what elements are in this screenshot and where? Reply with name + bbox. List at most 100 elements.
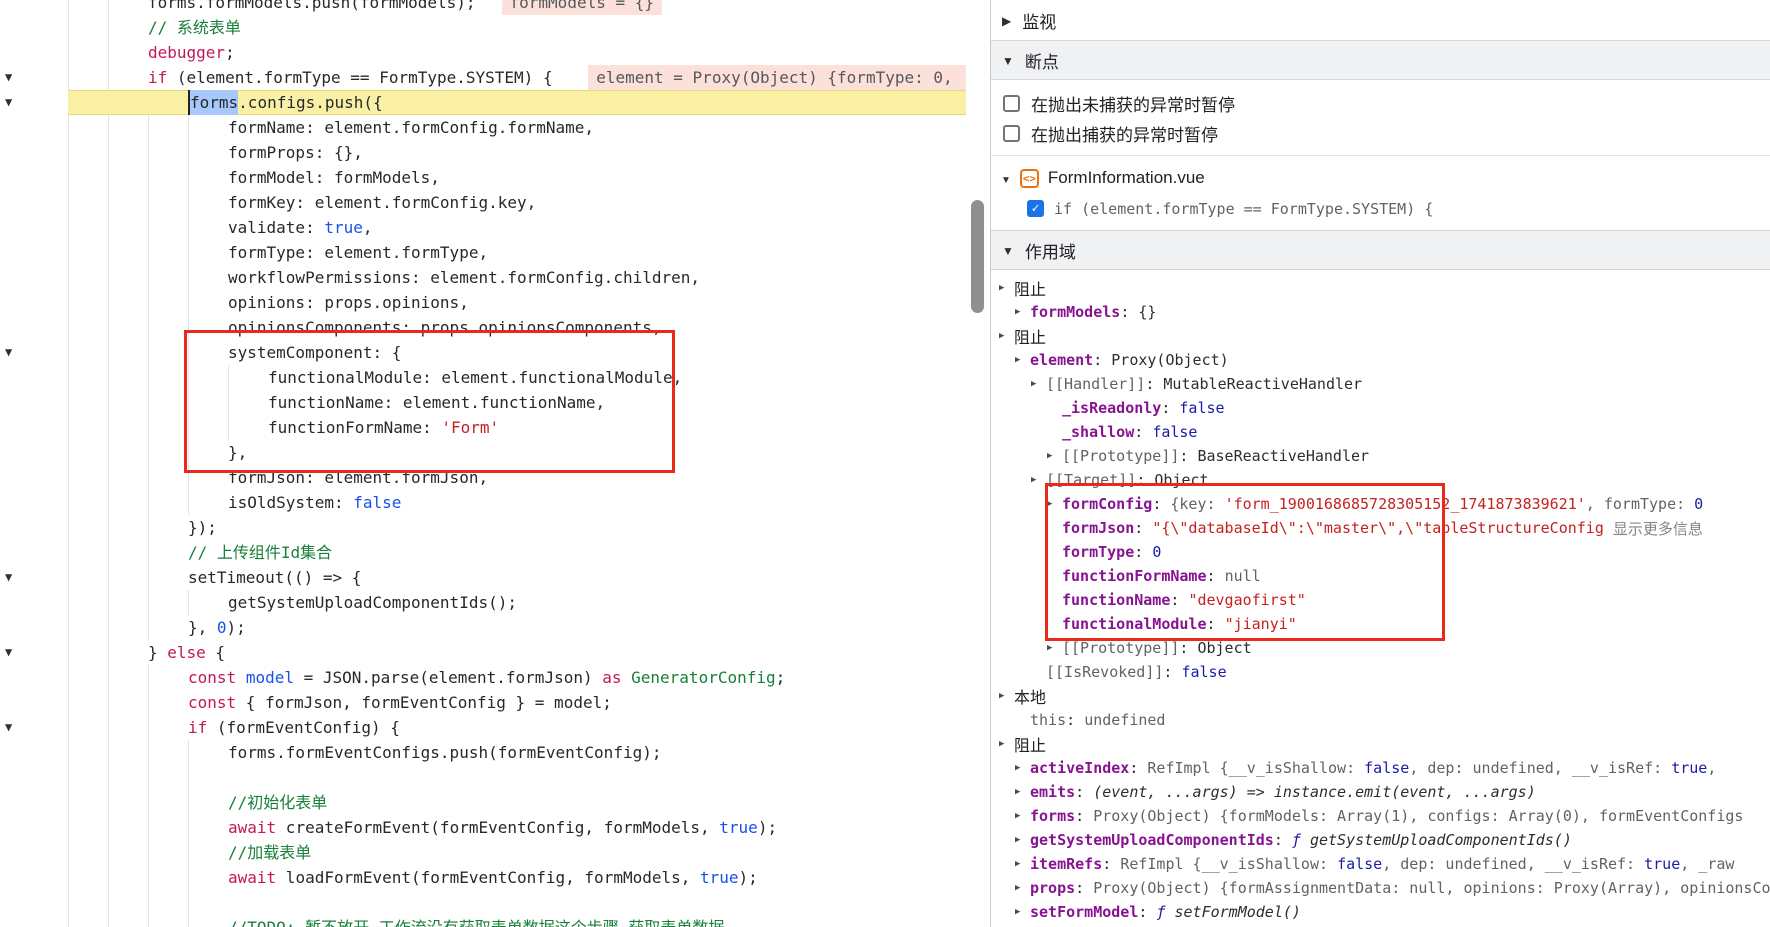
code-line[interactable]: formJson: element.formJson, xyxy=(0,465,966,490)
code-line[interactable]: formModel: formModels, xyxy=(0,165,966,190)
expand-arrow-icon[interactable]: ▶ xyxy=(999,283,1014,293)
chevron-right-icon[interactable] xyxy=(1002,10,1011,30)
gutter[interactable] xyxy=(0,240,68,265)
chevron-down-icon[interactable] xyxy=(1002,240,1014,260)
paused-code-line[interactable]: forms.configs.push({ xyxy=(0,90,966,115)
gutter[interactable] xyxy=(0,765,68,790)
section-watch[interactable]: 监视 xyxy=(991,0,1770,40)
gutter[interactable] xyxy=(0,115,68,140)
code-line[interactable]: formProps: {}, xyxy=(0,140,966,165)
scope-group-row[interactable]: ▶本地 xyxy=(991,684,1770,708)
expand-arrow-icon[interactable]: ▶ xyxy=(1015,787,1030,797)
breakpoint-file-group[interactable]: FormInformation.vue xyxy=(991,163,1770,193)
expand-arrow-icon[interactable]: ▶ xyxy=(1015,859,1030,869)
gutter[interactable] xyxy=(0,740,68,765)
gutter[interactable] xyxy=(0,40,68,65)
code-line[interactable]: setTimeout(() => { xyxy=(0,565,966,590)
gutter[interactable] xyxy=(0,340,68,365)
gutter[interactable] xyxy=(0,865,68,890)
code-line[interactable]: //加载表单 xyxy=(0,840,966,865)
code-line[interactable]: }, xyxy=(0,440,966,465)
scope-row[interactable]: this: undefined xyxy=(991,708,1770,732)
scope-row[interactable]: ▶setFormModel: ƒ setFormModel() xyxy=(991,900,1770,924)
scope-row[interactable]: functionFormName: null xyxy=(991,564,1770,588)
section-scope[interactable]: 作用域 xyxy=(991,230,1770,270)
editor-scrollbar-track[interactable] xyxy=(966,0,990,927)
expand-arrow-icon[interactable]: ▶ xyxy=(1015,907,1030,917)
scope-row[interactable]: ▶forms: Proxy(Object) {formModels: Array… xyxy=(991,804,1770,828)
code-line[interactable]: formType: element.formType, xyxy=(0,240,966,265)
gutter[interactable] xyxy=(0,390,68,415)
expand-arrow-icon[interactable]: ▶ xyxy=(1047,499,1062,509)
code-line[interactable]: systemComponent: { xyxy=(0,340,966,365)
gutter[interactable] xyxy=(0,265,68,290)
gutter[interactable] xyxy=(0,90,68,115)
scope-row[interactable]: formType: 0 xyxy=(991,540,1770,564)
scope-group-row[interactable]: ▶阻止 xyxy=(991,324,1770,348)
expand-arrow-icon[interactable]: ▶ xyxy=(999,739,1014,749)
gutter[interactable] xyxy=(0,790,68,815)
gutter[interactable] xyxy=(0,365,68,390)
code-line[interactable]: formName: element.formConfig.formName, xyxy=(0,115,966,140)
fold-arrow-icon[interactable] xyxy=(5,715,12,740)
scope-row[interactable]: ▶getSystemUploadComponentIds: ƒ getSyste… xyxy=(991,828,1770,852)
scope-row[interactable]: ▶emits: (event, ...args) => instance.emi… xyxy=(991,780,1770,804)
gutter[interactable] xyxy=(0,315,68,340)
scope-row[interactable]: _isReadonly: false xyxy=(991,396,1770,420)
code-line[interactable]: workflowPermissions: element.formConfig.… xyxy=(0,265,966,290)
gutter[interactable] xyxy=(0,565,68,590)
scope-row[interactable]: ▶[[Prototype]]: Object xyxy=(991,636,1770,660)
code-line[interactable]: //初始化表单 xyxy=(0,790,966,815)
gutter[interactable] xyxy=(0,665,68,690)
gutter[interactable] xyxy=(0,515,68,540)
editor-scrollbar-thumb[interactable] xyxy=(971,200,984,313)
scope-row[interactable]: ▶formConfig: {key: 'form_190016868572830… xyxy=(991,492,1770,516)
source-editor-pane[interactable]: forms.formModels.push(formModels);formMo… xyxy=(0,0,966,927)
fold-arrow-icon[interactable] xyxy=(5,565,12,590)
fold-arrow-icon[interactable] xyxy=(5,65,12,90)
show-more-link[interactable]: 显示更多信息 xyxy=(1604,518,1703,539)
gutter[interactable] xyxy=(0,540,68,565)
code-line[interactable]: const { formJson, formEventConfig } = mo… xyxy=(0,690,966,715)
code-line[interactable]: opinionsComponents: props.opinionsCompon… xyxy=(0,315,966,340)
code-line[interactable] xyxy=(0,765,966,790)
code-line[interactable]: await createFormEvent(formEventConfig, f… xyxy=(0,815,966,840)
expand-arrow-icon[interactable]: ▶ xyxy=(1047,643,1062,653)
chevron-down-icon[interactable] xyxy=(1002,50,1014,70)
code-line[interactable]: await loadFormEvent(formEventConfig, for… xyxy=(0,865,966,890)
code-line[interactable]: validate: true, xyxy=(0,215,966,240)
chevron-down-icon[interactable] xyxy=(1001,168,1011,188)
code-line[interactable]: formKey: element.formConfig.key, xyxy=(0,190,966,215)
code-line[interactable]: getSystemUploadComponentIds(); xyxy=(0,590,966,615)
code-line[interactable]: //TODO: 暂不放开 工作流没有获取表单数据这个步骤 获取表单数据 xyxy=(0,915,966,927)
scope-row[interactable]: ▶props: Proxy(Object) {formAssignmentDat… xyxy=(991,876,1770,900)
scope-row[interactable]: ▶[[Prototype]]: BaseReactiveHandler xyxy=(991,444,1770,468)
expand-arrow-icon[interactable]: ▶ xyxy=(1015,835,1030,845)
gutter[interactable] xyxy=(0,490,68,515)
gutter[interactable] xyxy=(0,0,68,15)
gutter[interactable] xyxy=(0,615,68,640)
code-line[interactable]: isOldSystem: false xyxy=(0,490,966,515)
gutter[interactable] xyxy=(0,465,68,490)
gutter[interactable] xyxy=(0,290,68,315)
code-line[interactable]: // 上传组件Id集合 xyxy=(0,540,966,565)
gutter[interactable] xyxy=(0,590,68,615)
gutter[interactable] xyxy=(0,140,68,165)
scope-row[interactable]: ▶[[Handler]]: MutableReactiveHandler xyxy=(991,372,1770,396)
scope-group-row[interactable]: ▶阻止 xyxy=(991,276,1770,300)
code-line[interactable]: debugger; xyxy=(0,40,966,65)
scope-row[interactable]: ▶itemRefs: RefImpl {__v_isShallow: false… xyxy=(991,852,1770,876)
expand-arrow-icon[interactable]: ▶ xyxy=(1015,811,1030,821)
gutter[interactable] xyxy=(0,890,68,915)
expand-arrow-icon[interactable]: ▶ xyxy=(1031,379,1046,389)
scope-row[interactable]: ▶element: Proxy(Object) xyxy=(991,348,1770,372)
gutter[interactable] xyxy=(0,840,68,865)
pause-on-caught-row[interactable]: 在抛出捕获的异常时暂停 xyxy=(991,118,1770,148)
scope-row[interactable]: functionName: "devgaofirst" xyxy=(991,588,1770,612)
gutter[interactable] xyxy=(0,165,68,190)
gutter[interactable] xyxy=(0,190,68,215)
scope-group-row[interactable]: ▶阻止 xyxy=(991,732,1770,756)
code-line[interactable] xyxy=(0,890,966,915)
expand-arrow-icon[interactable]: ▶ xyxy=(1031,475,1046,485)
gutter[interactable] xyxy=(0,215,68,240)
